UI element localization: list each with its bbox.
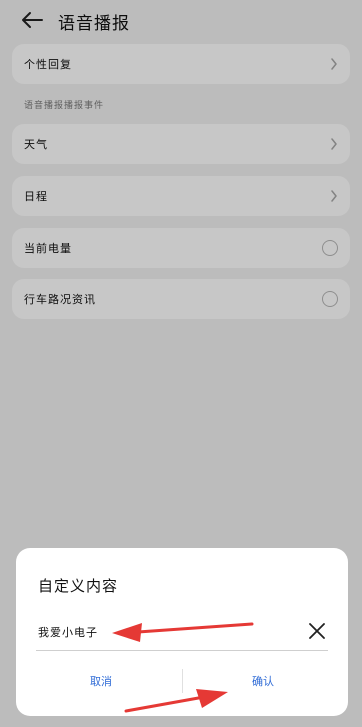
custom-content-input[interactable]: 我爱小电子 [36,615,328,651]
dialog-title: 自定义内容 [38,577,119,595]
input-value[interactable]: 我爱小电子 [38,624,98,640]
button-divider [182,669,183,693]
custom-content-dialog: 自定义内容 我爱小电子 取消 确认 [16,548,348,716]
cancel-button[interactable]: 取消 [26,668,176,694]
confirm-button[interactable]: 确认 [188,668,338,694]
close-icon[interactable] [306,620,328,642]
